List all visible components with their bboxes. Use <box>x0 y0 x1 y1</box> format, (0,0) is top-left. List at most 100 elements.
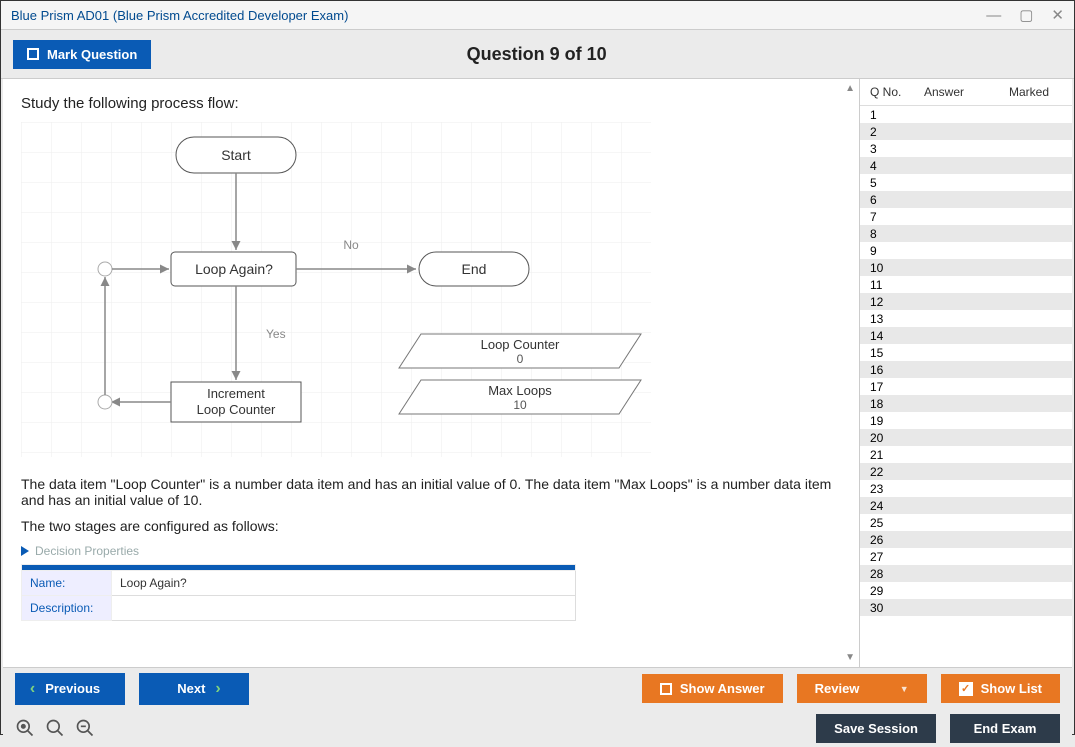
header-bar: Mark Question Question 9 of 10 <box>1 29 1074 79</box>
review-label: Review <box>815 681 860 696</box>
question-row[interactable]: 7 <box>860 208 1072 225</box>
question-number: 30 <box>870 601 924 615</box>
end-exam-label: End Exam <box>974 721 1037 736</box>
question-number: 19 <box>870 414 924 428</box>
zoom-out-icon[interactable] <box>75 718 95 738</box>
decision-properties-table: Name: Loop Again? Description: <box>21 564 576 621</box>
minimize-icon[interactable]: — <box>986 7 1001 24</box>
question-row[interactable]: 5 <box>860 174 1072 191</box>
col-answer-label: Answer <box>924 85 994 99</box>
footer-row-1: ‹ Previous Next › Show Answer Review ▼ ✓… <box>3 667 1072 709</box>
question-row[interactable]: 22 <box>860 463 1072 480</box>
next-button[interactable]: Next › <box>139 673 249 705</box>
window-title: Blue Prism AD01 (Blue Prism Accredited D… <box>11 8 348 23</box>
decision-properties-header: Decision Properties <box>21 544 841 558</box>
question-number: 16 <box>870 363 924 377</box>
question-row[interactable]: 14 <box>860 327 1072 344</box>
checkbox-icon <box>660 683 672 695</box>
show-list-label: Show List <box>981 681 1042 696</box>
question-row[interactable]: 15 <box>860 344 1072 361</box>
footer-row-2: Save Session End Exam <box>3 709 1072 747</box>
question-number: 9 <box>870 244 924 258</box>
sidebar-list[interactable]: 1234567891011121314151617181920212223242… <box>860 106 1072 667</box>
question-number: 3 <box>870 142 924 156</box>
chevron-down-icon: ▼ <box>900 684 909 694</box>
question-number: 2 <box>870 125 924 139</box>
scroll-down-icon[interactable]: ▼ <box>845 652 855 663</box>
question-number: 25 <box>870 516 924 530</box>
show-list-button[interactable]: ✓ Show List <box>941 674 1060 703</box>
question-row[interactable]: 20 <box>860 429 1072 446</box>
mark-question-button[interactable]: Mark Question <box>13 40 151 69</box>
question-row[interactable]: 28 <box>860 565 1072 582</box>
save-session-label: Save Session <box>834 721 918 736</box>
question-row[interactable]: 13 <box>860 310 1072 327</box>
triangle-icon <box>21 546 29 556</box>
props-name-value: Loop Again? <box>112 571 576 596</box>
question-row[interactable]: 9 <box>860 242 1072 259</box>
question-number: 1 <box>870 108 924 122</box>
question-number: 6 <box>870 193 924 207</box>
end-exam-button[interactable]: End Exam <box>950 714 1060 743</box>
question-row[interactable]: 18 <box>860 395 1072 412</box>
question-row[interactable]: 26 <box>860 531 1072 548</box>
previous-button[interactable]: ‹ Previous <box>15 673 125 705</box>
question-number: 12 <box>870 295 924 309</box>
question-row[interactable]: 17 <box>860 378 1072 395</box>
chevron-left-icon: ‹ <box>30 680 35 698</box>
data1-name: Loop Counter <box>481 337 560 352</box>
question-row[interactable]: 19 <box>860 412 1072 429</box>
question-number: 23 <box>870 482 924 496</box>
close-icon[interactable]: ✕ <box>1051 6 1064 24</box>
question-row[interactable]: 10 <box>860 259 1072 276</box>
window-controls: — ▢ ✕ <box>986 6 1064 24</box>
question-row[interactable]: 24 <box>860 497 1072 514</box>
data2-name: Max Loops <box>488 383 552 398</box>
zoom-in-icon[interactable] <box>45 718 65 738</box>
question-row[interactable]: 25 <box>860 514 1072 531</box>
scroll-up-icon[interactable]: ▲ <box>845 83 855 94</box>
question-row[interactable]: 3 <box>860 140 1072 157</box>
zoom-controls <box>15 718 95 738</box>
zoom-reset-icon[interactable] <box>15 718 35 738</box>
question-row[interactable]: 30 <box>860 599 1072 616</box>
question-pane[interactable]: Study the following process flow: Start … <box>3 79 859 667</box>
question-row[interactable]: 8 <box>860 225 1072 242</box>
save-session-button[interactable]: Save Session <box>816 714 936 743</box>
question-row[interactable]: 21 <box>860 446 1072 463</box>
props-desc-value <box>112 596 576 621</box>
question-number: 7 <box>870 210 924 224</box>
question-row[interactable]: 4 <box>860 157 1072 174</box>
question-row[interactable]: 23 <box>860 480 1072 497</box>
chevron-right-icon: › <box>215 680 220 698</box>
mark-question-label: Mark Question <box>47 47 137 62</box>
question-row[interactable]: 11 <box>860 276 1072 293</box>
show-answer-button[interactable]: Show Answer <box>642 674 783 703</box>
maximize-icon[interactable]: ▢ <box>1019 6 1033 24</box>
yes-label: Yes <box>266 327 286 341</box>
question-row[interactable]: 27 <box>860 548 1072 565</box>
col-marked-label: Marked <box>994 85 1064 99</box>
question-row[interactable]: 6 <box>860 191 1072 208</box>
question-number: 20 <box>870 431 924 445</box>
question-row[interactable]: 2 <box>860 123 1072 140</box>
question-row[interactable]: 1 <box>860 106 1072 123</box>
review-button[interactable]: Review ▼ <box>797 674 927 703</box>
question-number: 21 <box>870 448 924 462</box>
question-row[interactable]: 16 <box>860 361 1072 378</box>
question-row[interactable]: 29 <box>860 582 1072 599</box>
question-number: 5 <box>870 176 924 190</box>
show-answer-label: Show Answer <box>680 681 765 696</box>
previous-label: Previous <box>45 681 100 696</box>
question-text-2: The two stages are configured as follows… <box>21 518 841 534</box>
decision-properties-label: Decision Properties <box>35 544 139 558</box>
col-qno-label: Q No. <box>870 85 924 99</box>
data2-val: 10 <box>513 398 527 412</box>
question-row[interactable]: 12 <box>860 293 1072 310</box>
process-flow-diagram: Start Loop Again? No End Yes Increment L… <box>21 122 651 457</box>
decision-node-label: Loop Again? <box>195 261 273 277</box>
no-label: No <box>343 238 359 252</box>
question-number: 29 <box>870 584 924 598</box>
next-label: Next <box>177 681 205 696</box>
question-prompt: Study the following process flow: <box>21 95 841 112</box>
